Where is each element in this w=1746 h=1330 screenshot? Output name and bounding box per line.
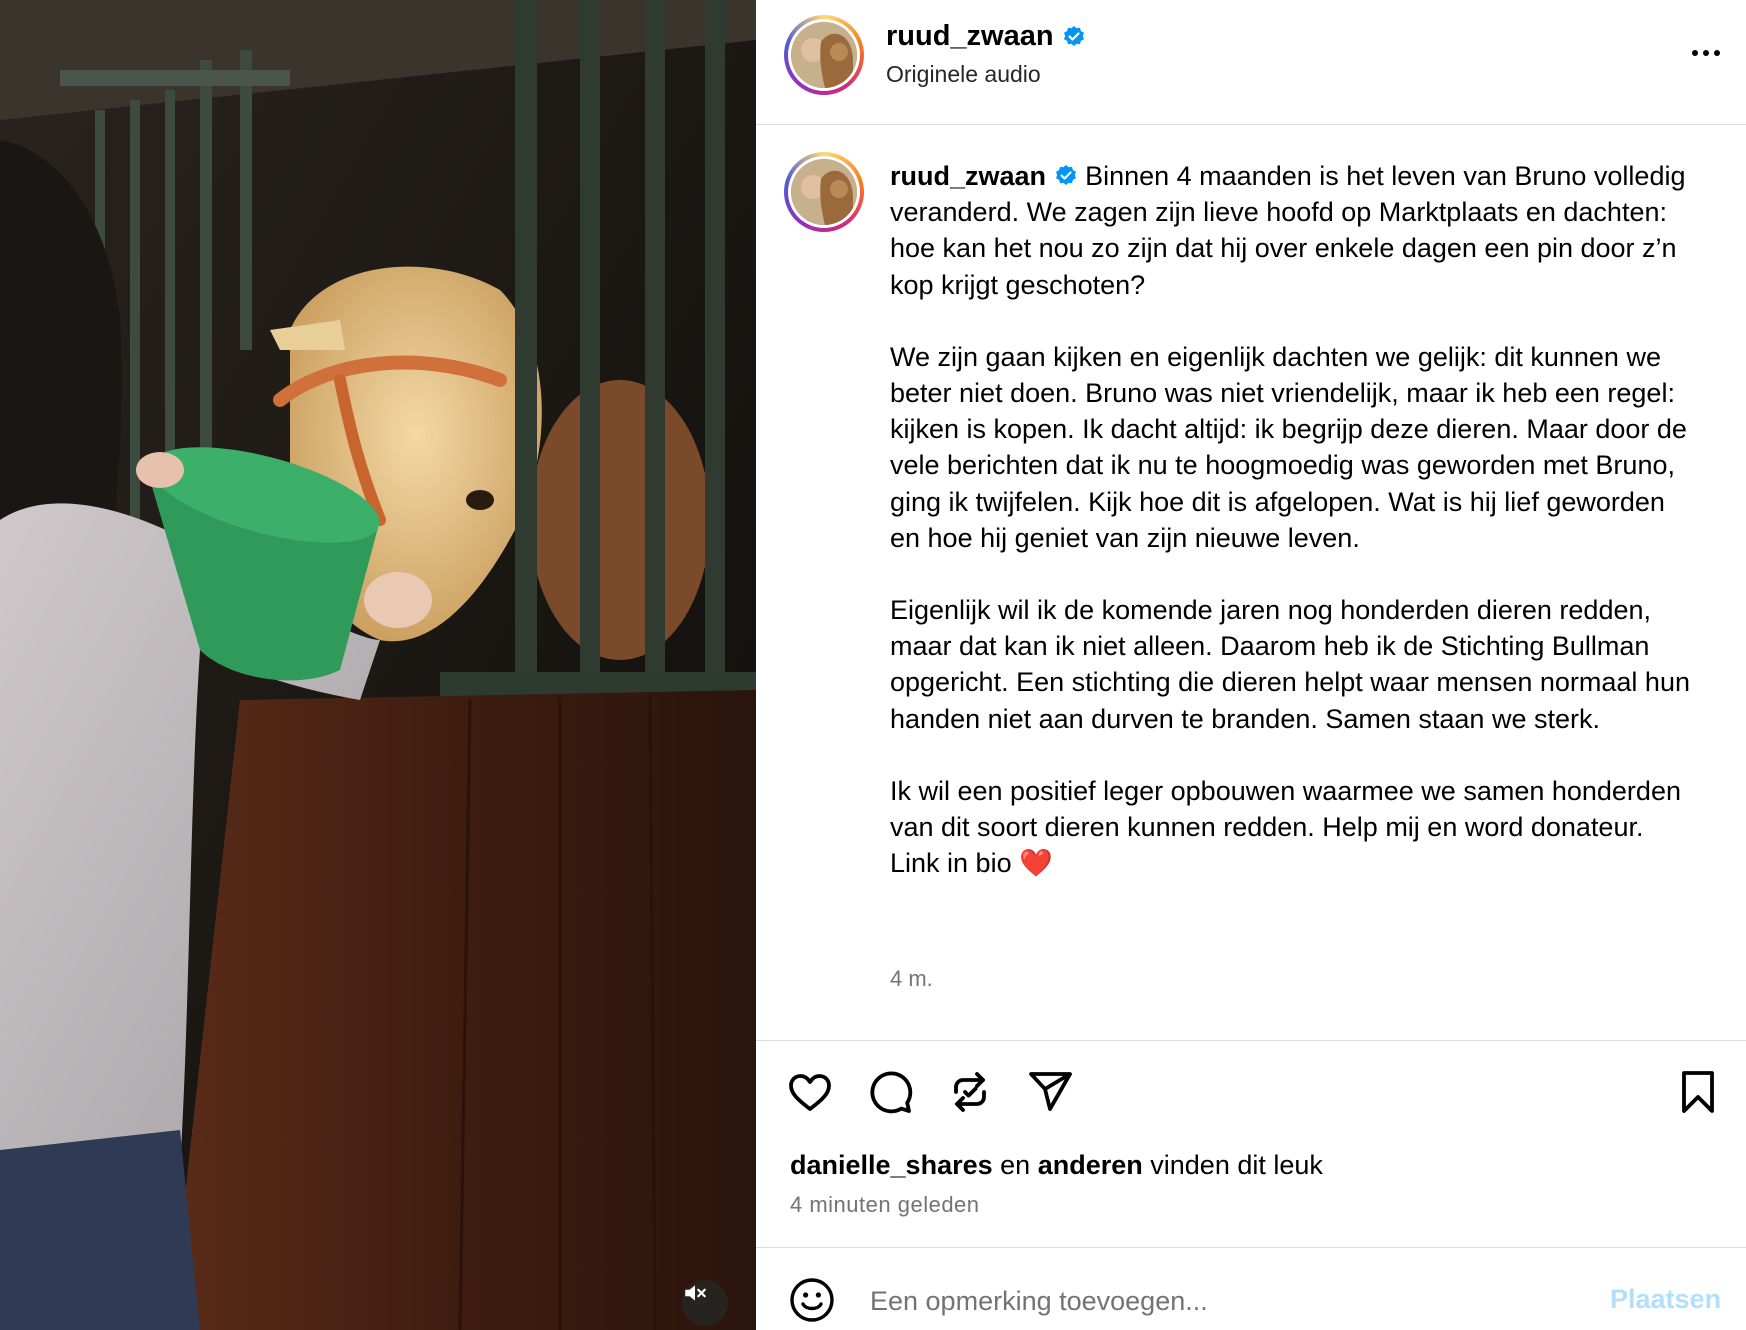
post-caption: ruud_zwaan Binnen 4 maanden is het leven… [890,158,1690,917]
repost-button[interactable] [946,1068,996,1118]
post-video[interactable] [0,0,756,1330]
speaker-muted-icon [685,1285,706,1301]
header-divider [756,124,1746,125]
post-panel: ruud_zwaan Originele audio ruud_zwaan Bi… [756,0,1746,1330]
more-horizontal-icon [1692,50,1698,56]
comment-icon [870,1071,913,1114]
more-options-button[interactable] [1680,38,1732,68]
verified-badge-icon [1055,165,1076,185]
video-frame [0,0,756,1330]
audio-label[interactable]: Originele audio [886,61,1041,88]
add-comment-section: Plaatsen [756,1248,1746,1330]
header-username-label: ruud_zwaan [886,20,1054,52]
header-avatar[interactable] [784,15,864,95]
likes-suffix: vinden dit leuk [1150,1150,1323,1180]
like-button[interactable] [786,1068,836,1118]
caption-avatar[interactable] [784,152,864,232]
caption-timestamp[interactable]: 4 m. [890,966,933,992]
bookmark-icon [1682,1071,1714,1113]
likes-others-link[interactable]: anderen [1038,1150,1143,1180]
header-username[interactable]: ruud_zwaan [886,20,1086,53]
save-button[interactable] [1674,1068,1724,1118]
verified-badge-icon [1063,25,1084,46]
caption-paragraph-1: ruud_zwaan Binnen 4 maanden is het leven… [890,158,1690,303]
share-button[interactable] [1026,1068,1076,1118]
liker-username[interactable]: danielle_shares [790,1150,993,1180]
avatar-image [791,22,857,88]
action-bar [786,1068,1726,1118]
caption-username[interactable]: ruud_zwaan [890,161,1046,191]
emoji-icon [790,1278,834,1322]
share-icon [1029,1072,1072,1111]
caption-paragraph-2: We zijn gaan kijken en eigenlijk dachten… [890,341,1687,553]
post-comment-button[interactable]: Plaatsen [1610,1284,1721,1315]
actions-divider [756,1040,1746,1041]
likes-connector: en [1000,1150,1031,1180]
comment-input[interactable] [868,1278,1492,1324]
caption-paragraph-3: Eigenlijk wil ik de komende jaren nog ho… [890,595,1690,734]
caption-paragraph-4: Ik wil een positief leger opbouwen waarm… [890,775,1681,879]
comment-button[interactable] [866,1068,916,1118]
mute-toggle-button[interactable] [682,1280,728,1326]
emoji-button[interactable] [788,1276,836,1324]
post-time-ago[interactable]: 4 minuten geleden [790,1192,980,1218]
heart-icon [789,1074,831,1111]
likes-summary: danielle_shares en anderen vinden dit le… [790,1150,1323,1181]
repost-icon [954,1072,986,1112]
